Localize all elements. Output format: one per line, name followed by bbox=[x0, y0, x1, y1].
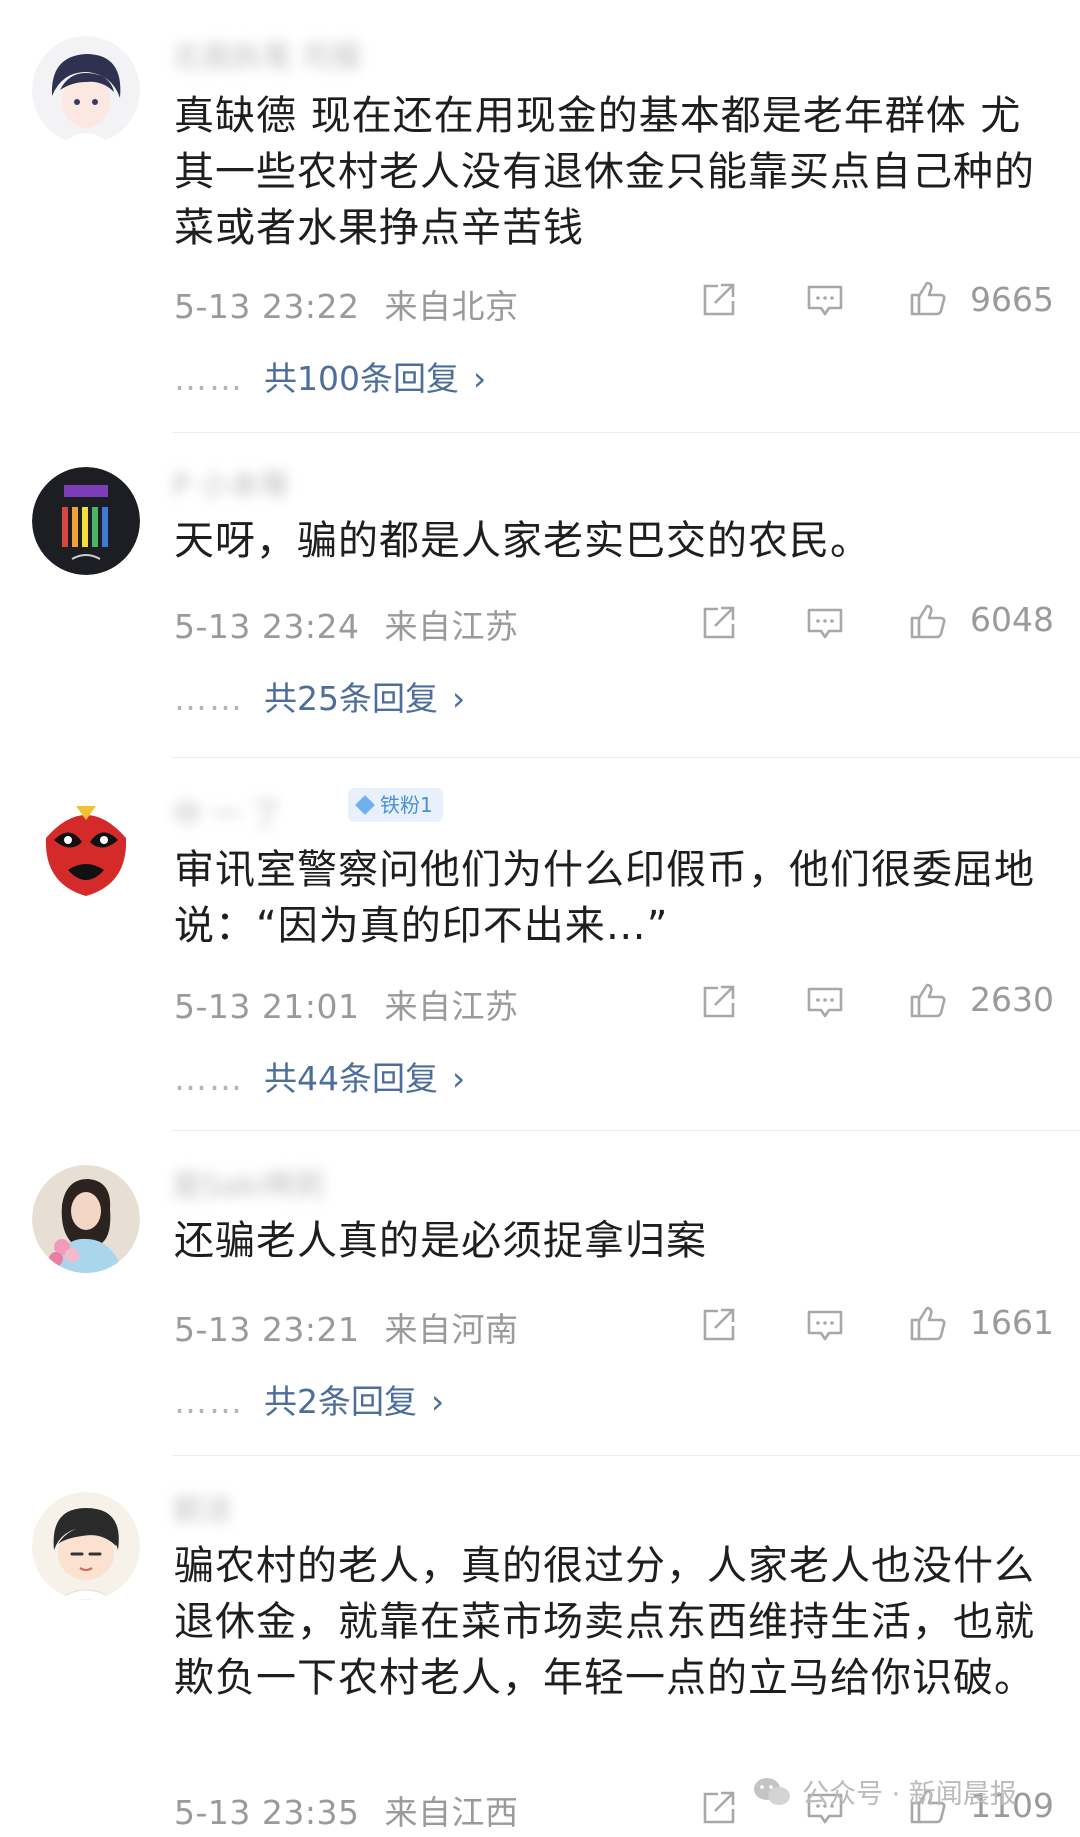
comment-icon[interactable] bbox=[805, 603, 845, 643]
wechat-icon bbox=[752, 1776, 792, 1808]
fan-badge: 铁粉1 bbox=[348, 788, 443, 822]
comment-item: 北我执笔 司报 真缺德 现在还在用现金的基本都是老年群体 尤其一些农村老人没有退… bbox=[0, 0, 1080, 435]
comment-item: 中 一 了 铁粉1 审讯室警察问他们为什么印假币，他们很委屈地说：“因为真的印不… bbox=[0, 760, 1080, 1132]
divider bbox=[172, 1130, 1080, 1131]
divider bbox=[172, 432, 1080, 433]
comment-icon[interactable] bbox=[805, 1305, 845, 1345]
comment-meta: 5-13 23:22 来自北京 bbox=[174, 280, 519, 328]
comment-meta: 5-13 21:01 来自江苏 bbox=[174, 980, 519, 1028]
username[interactable]: 中 一 了 bbox=[172, 790, 281, 833]
share-icon[interactable] bbox=[698, 982, 738, 1022]
comment-item: P 小本等 天呀，骗的都是人家老实巴交的农民。 5-13 23:24 来自江苏 … bbox=[0, 435, 1080, 757]
avatar[interactable] bbox=[32, 794, 140, 902]
comment-text: 天呀，骗的都是人家老实巴交的农民。 bbox=[174, 518, 871, 564]
comment-meta: 5-13 23:35 来自江西 bbox=[174, 1786, 519, 1834]
username[interactable]: P 小本等 bbox=[172, 461, 290, 504]
replies-link[interactable]: …… 共44条回复 › bbox=[174, 1052, 465, 1100]
comment-item: 是Saki啊莉 还骗老人真的是必须捉拿归案 5-13 23:21 来自河南 16… bbox=[0, 1133, 1080, 1455]
replies-link[interactable]: …… 共2条回复 › bbox=[174, 1375, 444, 1423]
chevron-right-icon[interactable]: › bbox=[452, 679, 465, 718]
replies-count[interactable]: 共100条回复 bbox=[264, 359, 459, 398]
replies-dots: …… bbox=[174, 359, 244, 398]
like-count: 1661 bbox=[970, 1303, 1054, 1342]
comment-meta: 5-13 23:21 来自河南 bbox=[174, 1303, 519, 1351]
like-icon[interactable] bbox=[908, 601, 948, 641]
comment-time: 5-13 23:35 bbox=[174, 1793, 360, 1832]
like-count: 9665 bbox=[970, 280, 1054, 319]
comment-text: 还骗老人真的是必须捉拿归案 bbox=[174, 1218, 707, 1264]
comment-location: 来自河南 bbox=[384, 1310, 519, 1349]
share-icon[interactable] bbox=[698, 1305, 738, 1345]
like-icon[interactable] bbox=[908, 1303, 948, 1343]
replies-count[interactable]: 共44条回复 bbox=[264, 1059, 438, 1098]
comment-time: 5-13 23:22 bbox=[174, 287, 360, 326]
like-icon[interactable] bbox=[908, 980, 948, 1020]
fan-badge-label: 铁粉1 bbox=[380, 793, 433, 817]
chevron-right-icon[interactable]: › bbox=[452, 1059, 465, 1098]
username[interactable]: 北我执笔 司报 bbox=[172, 32, 362, 75]
comment-location: 来自北京 bbox=[384, 287, 519, 326]
replies-dots: …… bbox=[174, 1382, 244, 1421]
comment-time: 5-13 23:21 bbox=[174, 1310, 360, 1349]
comment-icon[interactable] bbox=[805, 982, 845, 1022]
comment-text: 真缺德 现在还在用现金的基本都是老年群体 尤其一些农村老人没有退休金只能靠买点自… bbox=[174, 93, 1035, 251]
comment-time: 5-13 21:01 bbox=[174, 987, 360, 1026]
comment-location: 来自江苏 bbox=[384, 987, 519, 1026]
avatar[interactable] bbox=[32, 36, 140, 144]
like-count: 6048 bbox=[970, 600, 1054, 639]
share-icon[interactable] bbox=[698, 280, 738, 320]
avatar[interactable] bbox=[32, 1165, 140, 1273]
chevron-right-icon[interactable]: › bbox=[473, 359, 486, 398]
watermark: 公众号 · 新闻晨报 bbox=[752, 1772, 1017, 1811]
share-icon[interactable] bbox=[698, 1788, 738, 1828]
comment-meta: 5-13 23:24 来自江苏 bbox=[174, 600, 519, 648]
replies-count[interactable]: 共2条回复 bbox=[264, 1382, 417, 1421]
divider bbox=[172, 1455, 1080, 1456]
comment-time: 5-13 23:24 bbox=[174, 607, 360, 646]
username[interactable]: 是Saki啊莉 bbox=[172, 1161, 325, 1204]
divider bbox=[172, 757, 1080, 758]
comment-text: 审讯室警察问他们为什么印假币，他们很委屈地说：“因为真的印不出来…” bbox=[174, 847, 1035, 949]
diamond-icon bbox=[355, 795, 375, 815]
replies-link[interactable]: …… 共100条回复 › bbox=[174, 352, 486, 400]
replies-link[interactable]: …… 共25条回复 › bbox=[174, 672, 465, 720]
chevron-right-icon[interactable]: › bbox=[431, 1382, 444, 1421]
share-icon[interactable] bbox=[698, 603, 738, 643]
comment-icon[interactable] bbox=[805, 280, 845, 320]
comment-location: 来自江西 bbox=[384, 1793, 519, 1832]
replies-count[interactable]: 共25条回复 bbox=[264, 679, 438, 718]
replies-dots: …… bbox=[174, 679, 244, 718]
username[interactable]: 郭凉 bbox=[172, 1486, 232, 1529]
watermark-text: 公众号 · 新闻晨报 bbox=[802, 1779, 1017, 1810]
comment-text: 骗农村的老人，真的很过分，人家老人也没什么退休金，就靠在菜市场卖点东西维持生活，… bbox=[174, 1543, 1035, 1701]
avatar[interactable] bbox=[32, 467, 140, 575]
avatar[interactable] bbox=[32, 1492, 140, 1600]
comment-location: 来自江苏 bbox=[384, 607, 519, 646]
like-icon[interactable] bbox=[908, 278, 948, 318]
like-count: 2630 bbox=[970, 980, 1054, 1019]
replies-dots: …… bbox=[174, 1059, 244, 1098]
